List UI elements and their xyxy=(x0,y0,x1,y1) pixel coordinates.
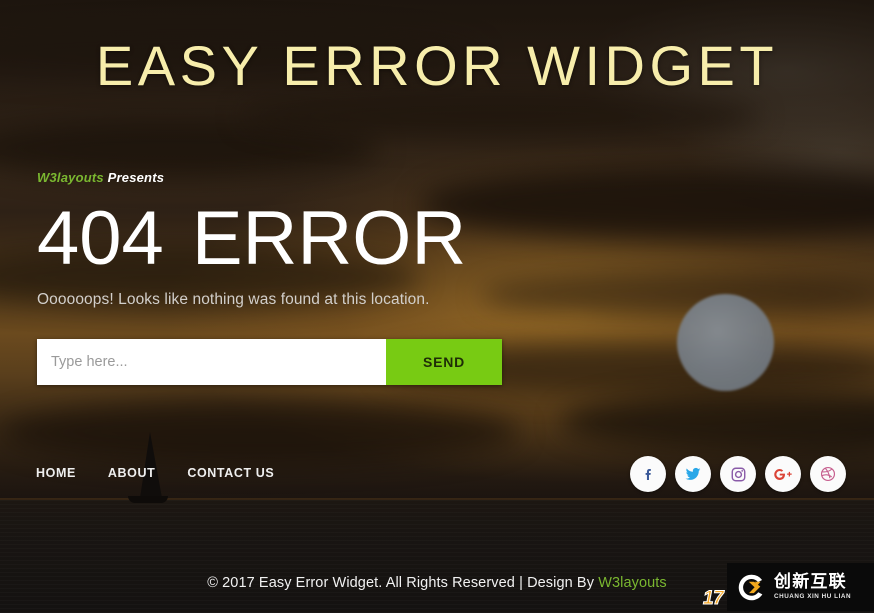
facebook-icon xyxy=(645,468,651,480)
watermark-pinyin: CHUANG XIN HU LIAN xyxy=(774,592,852,600)
social-link-google-plus[interactable] xyxy=(765,456,801,492)
presents-line: W3layouts Presents xyxy=(37,170,557,185)
social-link-facebook[interactable] xyxy=(630,456,666,492)
error-subtitle: Oooooops! Looks like nothing was found a… xyxy=(37,291,430,308)
presents-suffix: Presents xyxy=(107,170,165,185)
error-page: EASY ERROR WIDGET W3layouts Presents 404… xyxy=(0,0,874,613)
presents-brand: W3layouts xyxy=(37,170,104,185)
error-word: ERROR xyxy=(191,196,467,281)
twitter-icon xyxy=(685,467,701,480)
watermark-chinese-name: 创新互联 xyxy=(774,571,847,592)
moon-icon xyxy=(677,294,774,391)
dribbble-icon xyxy=(820,466,836,482)
nav-link-about[interactable]: ABOUT xyxy=(108,466,155,480)
watermark-logo: 创新互联 CHUANG XIN HU LIAN xyxy=(727,563,874,611)
watermark-text: 创新互联 CHUANG XIN HU LIAN xyxy=(774,571,852,600)
cloud-band xyxy=(0,400,520,464)
page-title: EASY ERROR WIDGET xyxy=(95,34,779,97)
cloud-band xyxy=(560,392,874,452)
nav-link-contact-us[interactable]: CONTACT US xyxy=(187,466,274,480)
chuangxin-c-logo-icon xyxy=(736,572,767,603)
nav-link-home[interactable]: HOME xyxy=(36,466,76,480)
footer-copyright-text: © 2017 Easy Error Widget. All Rights Res… xyxy=(207,575,599,591)
social-link-instagram[interactable] xyxy=(720,456,756,492)
search-input[interactable] xyxy=(37,339,386,385)
social-links xyxy=(630,456,846,492)
instagram-icon xyxy=(731,467,745,481)
send-button[interactable]: SEND xyxy=(386,339,502,385)
error-code: 404 xyxy=(37,196,164,281)
google-plus-icon xyxy=(773,468,792,480)
error-heading: 404 ERROR xyxy=(37,201,557,277)
footer-nav: HOME ABOUT CONTACT US xyxy=(36,466,274,480)
social-link-twitter[interactable] xyxy=(675,456,711,492)
hero-content: W3layouts Presents 404 ERROR Oooooops! Lo… xyxy=(37,170,557,309)
search-form: SEND xyxy=(37,339,502,385)
badge-number-17: 17 xyxy=(702,588,724,610)
social-link-dribbble[interactable] xyxy=(810,456,846,492)
footer-brand-link[interactable]: W3layouts xyxy=(598,575,667,591)
